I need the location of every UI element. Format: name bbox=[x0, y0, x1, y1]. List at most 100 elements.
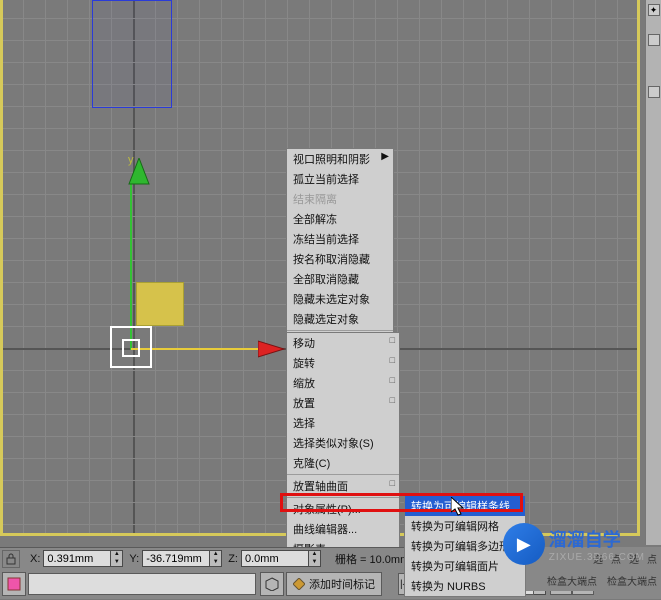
grid-label: 栅格 = 10.0mm bbox=[335, 551, 409, 567]
y-axis-arrow-icon bbox=[127, 158, 151, 188]
menu-separator bbox=[287, 474, 399, 475]
up-arrow-icon: ▲ bbox=[309, 551, 320, 559]
menu-scale[interactable]: 缩放 □ bbox=[287, 373, 399, 393]
menu-clone[interactable]: 克隆(C) bbox=[287, 453, 399, 473]
menu-unhide-all[interactable]: 全部取消隐藏 bbox=[287, 269, 393, 289]
menu-item-label: 克隆(C) bbox=[293, 458, 330, 470]
z-coord-input[interactable]: 0.0mm bbox=[241, 550, 309, 567]
menu-item-label: 转换为可编辑样条线 bbox=[411, 501, 510, 513]
up-arrow-icon: ▲ bbox=[111, 551, 122, 559]
down-arrow-icon: ▼ bbox=[309, 559, 320, 567]
check-icon: □ bbox=[390, 395, 395, 405]
menu-place-pivot-surface[interactable]: 放置轴曲面□ bbox=[287, 476, 399, 496]
status-text: 点 bbox=[611, 551, 621, 566]
menu-item-label: 对象属性(P)... bbox=[293, 504, 361, 516]
menu-rotate[interactable]: 旋转□ bbox=[287, 353, 399, 373]
panel-toggle-3[interactable] bbox=[648, 86, 660, 98]
status-text: 点 bbox=[647, 551, 657, 566]
menu-select[interactable]: 选择 bbox=[287, 413, 399, 433]
y-spinner[interactable]: ▲▼ bbox=[210, 550, 222, 567]
x-label: X: bbox=[30, 553, 40, 565]
down-arrow-icon: ▼ bbox=[111, 559, 122, 567]
menu-item-label: 转换为可编辑网格 bbox=[411, 521, 499, 533]
menu-hide-unselected[interactable]: 隐藏未选定对象 bbox=[287, 289, 393, 309]
menu-item-label: 全部解冻 bbox=[293, 214, 337, 226]
status-text: 选 bbox=[629, 551, 639, 566]
maxscript-listener-button[interactable] bbox=[2, 572, 26, 596]
up-arrow-icon: ▲ bbox=[210, 551, 221, 559]
x-coord-input[interactable]: 0.391mm bbox=[43, 550, 111, 567]
button-label: 添加时间标记 bbox=[309, 576, 375, 592]
xy-plane-handle[interactable] bbox=[136, 282, 184, 326]
marker-icon bbox=[293, 578, 305, 590]
menu-unfreeze-all[interactable]: 全部解冻 bbox=[287, 209, 393, 229]
panel-toggle-1[interactable]: ✦ bbox=[648, 4, 660, 16]
coord-value: 0.391mm bbox=[47, 553, 93, 565]
menu-item-label: 隐藏未选定对象 bbox=[293, 294, 370, 306]
menu-unhide-by-name[interactable]: 按名称取消隐藏 bbox=[287, 249, 393, 269]
script-icon bbox=[7, 577, 21, 591]
y-label: Y: bbox=[129, 553, 139, 565]
lock-selection-button[interactable] bbox=[2, 550, 20, 568]
check-icon: □ bbox=[390, 335, 395, 345]
submenu-nurbs[interactable]: 转换为 NURBS bbox=[405, 576, 525, 596]
menu-item-label: 转换为可编辑多边形 bbox=[411, 541, 510, 553]
add-time-marker-button[interactable]: 添加时间标记 bbox=[286, 572, 382, 596]
status-text: 选 bbox=[593, 551, 603, 566]
menu-object-properties[interactable]: 对象属性(P)... bbox=[287, 499, 399, 519]
selection-box-inner bbox=[122, 339, 140, 357]
panel-toggle-2[interactable] bbox=[648, 34, 660, 46]
menu-separator bbox=[287, 497, 399, 498]
menu-isolate-selection[interactable]: 孤立当前选择 bbox=[287, 169, 393, 189]
menu-place[interactable]: 放置 □ bbox=[287, 393, 399, 413]
submenu-editable-mesh[interactable]: 转换为可编辑网格 bbox=[405, 516, 525, 536]
menu-item-label: 旋转 bbox=[293, 358, 315, 370]
menu-item-label: 选择类似对象(S) bbox=[293, 438, 374, 450]
submenu-editable-spline[interactable]: 转换为可编辑样条线 bbox=[405, 496, 525, 516]
down-arrow-icon: ▼ bbox=[210, 559, 221, 567]
menu-item-label: 转换为可编辑面片 bbox=[411, 561, 499, 573]
menu-item-label: 缩放 bbox=[293, 378, 315, 390]
convert-to-submenu[interactable]: 转换为可编辑样条线 转换为可编辑网格 转换为可编辑多边形 转换为可编辑面片 转换… bbox=[404, 495, 526, 597]
menu-item-label: 移动 bbox=[293, 338, 315, 350]
menu-item-label: 孤立当前选择 bbox=[293, 174, 359, 186]
menu-item-label: 放置 bbox=[293, 398, 315, 410]
menu-curve-editor[interactable]: 曲线编辑器... bbox=[287, 519, 399, 539]
menu-item-label: 按名称取消隐藏 bbox=[293, 254, 370, 266]
menu-item-label: 选择 bbox=[293, 418, 315, 430]
selected-object[interactable] bbox=[92, 0, 172, 108]
move-gizmo[interactable]: y bbox=[131, 150, 291, 350]
menu-item-label: 曲线编辑器... bbox=[293, 524, 357, 536]
menu-item-label: 放置轴曲面 bbox=[293, 481, 348, 493]
menu-freeze-selection[interactable]: 冻结当前选择 bbox=[287, 229, 393, 249]
menu-item-label: 结束隔离 bbox=[293, 194, 337, 206]
status-text: 检盒大端点 bbox=[547, 573, 597, 588]
submenu-editable-patch[interactable]: 转换为可编辑面片 bbox=[405, 556, 525, 576]
submenu-editable-poly[interactable]: 转换为可编辑多边形 bbox=[405, 536, 525, 556]
menu-item-label: 视口照明和阴影 bbox=[293, 154, 370, 166]
coord-value: 0.0mm bbox=[245, 553, 279, 565]
check-icon: □ bbox=[390, 375, 395, 385]
menu-item-label: 全部取消隐藏 bbox=[293, 274, 359, 286]
menu-item-label: 冻结当前选择 bbox=[293, 234, 359, 246]
y-axis-line bbox=[130, 180, 132, 350]
menu-move[interactable]: 移动 □ bbox=[287, 333, 399, 353]
menu-hide-selection[interactable]: 隐藏选定对象 bbox=[287, 309, 393, 329]
right-panel-edge: ✦ bbox=[645, 0, 661, 545]
menu-separator bbox=[287, 330, 393, 331]
menu-viewport-lighting[interactable]: 视口照明和阴影 ▶ bbox=[287, 149, 393, 169]
coord-value: -36.719mm bbox=[146, 553, 202, 565]
z-label: Z: bbox=[228, 553, 238, 565]
z-spinner[interactable]: ▲▼ bbox=[309, 550, 321, 567]
menu-select-similar[interactable]: 选择类似对象(S) bbox=[287, 433, 399, 453]
submenu-arrow-icon: ▶ bbox=[381, 151, 389, 162]
lock-icon bbox=[5, 553, 17, 565]
y-coord-input[interactable]: -36.719mm bbox=[142, 550, 210, 567]
x-spinner[interactable]: ▲▼ bbox=[111, 550, 123, 567]
isolate-toggle-button[interactable] bbox=[260, 572, 284, 596]
menu-item-label: 转换为 NURBS bbox=[411, 581, 486, 593]
status-text: 检盒大端点 bbox=[607, 573, 657, 588]
script-input[interactable] bbox=[28, 573, 256, 595]
menu-item-label: 隐藏选定对象 bbox=[293, 314, 359, 326]
cube-icon bbox=[265, 577, 279, 591]
